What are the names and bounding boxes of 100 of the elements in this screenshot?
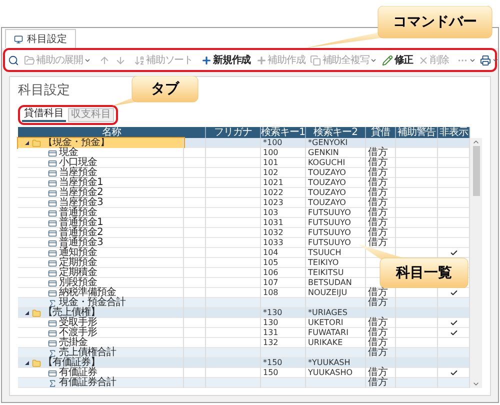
table-cell: UKETORI: [308, 318, 344, 328]
table-row[interactable]: 【有価証券】 *150 *YUUKASH: [18, 358, 470, 368]
table-cell: 【売上債権】: [43, 308, 100, 318]
table-row[interactable]: 普通預金3 1033 FUTSUUYO 借方: [18, 238, 470, 248]
table-cell: TSUUCH: [308, 248, 342, 258]
table-cell: 借方: [368, 158, 388, 168]
table-cell: 借方: [368, 328, 388, 338]
page-title: 科目設定: [18, 83, 70, 99]
table-cell: 借方: [368, 168, 388, 178]
table-cell: 普通預金: [59, 208, 97, 218]
table-cell: FUWATARI: [308, 328, 348, 338]
scroll-up-icon[interactable]: [472, 138, 480, 146]
table-cell: YUUKASHO: [308, 368, 353, 378]
table-row[interactable]: 普通預金1 1031 FUTSUUYO 借方: [18, 218, 470, 228]
table-cell: 借方: [368, 148, 388, 158]
scrollbar[interactable]: [470, 138, 482, 388]
table-cell: *YUUKASH: [308, 358, 350, 368]
table-cell: 借方: [368, 298, 388, 308]
table-cell: TOUZAYO: [308, 168, 346, 178]
table-cell: 1023: [263, 198, 284, 208]
table-row[interactable]: 有価証券 150 YUUKASHO 借方: [18, 368, 470, 378]
table-cell: 102: [263, 168, 278, 178]
arrow-down-icon: [115, 54, 126, 66]
table-cell: 普通預金1: [59, 218, 103, 228]
table-row[interactable]: 当座預金3 1023 TOUZAYO 借方: [18, 198, 470, 208]
table-cell: TEIKITSU: [308, 268, 344, 278]
table-row[interactable]: 売掛金 132 URIKAKE 借方: [18, 338, 470, 348]
table-row[interactable]: 不渡手形 131 FUWATARI 借方: [18, 328, 470, 338]
table-row[interactable]: 売上債権合計 借方: [18, 348, 470, 358]
table-cell: 定期預金: [59, 258, 97, 268]
scroll-down-icon[interactable]: [472, 380, 480, 388]
toolbar-button[interactable]: 新規作成: [199, 51, 253, 69]
table-cell: *GENYOKI: [308, 138, 348, 148]
table-cell: FUTSUUYO: [308, 238, 351, 248]
account-icon: [48, 288, 57, 298]
table-row[interactable]: 小口現金 101 KOGUCHI 借方: [18, 158, 470, 168]
folder-icon: [32, 138, 41, 148]
table-cell: 定期積金: [59, 268, 97, 278]
window-tab[interactable]: 科目設定: [5, 29, 76, 48]
table-cell: 101: [263, 158, 278, 168]
table-cell: TEIKIYO: [308, 258, 339, 268]
table-row[interactable]: 納税準備預金 108 NOUZEIJU 借方: [18, 288, 470, 298]
scrollbar-thumb[interactable]: [472, 146, 480, 196]
table-row[interactable]: 【売上債権】 *130 *URIAGES: [18, 308, 470, 318]
table-cell: TOUZAYO: [308, 198, 346, 208]
table-cell: 当座預金3: [59, 198, 103, 208]
table-cell: *150: [263, 358, 282, 368]
table-row[interactable]: 当座預金1 1021 TOUZAYO 借方: [18, 178, 470, 188]
account-icon: [48, 238, 57, 248]
table-cell: 有価証券: [59, 368, 97, 378]
total-icon: [48, 298, 57, 308]
table-cell: 106: [263, 268, 278, 278]
table-cell: 普通預金2: [59, 228, 103, 238]
pencil-icon: [382, 54, 394, 66]
table-cell: 1032: [263, 228, 284, 238]
table-cell: 借方: [368, 228, 388, 238]
table-cell: 借方: [368, 238, 388, 248]
copy-icon: [310, 54, 322, 66]
expanded-icon[interactable]: [24, 310, 30, 316]
table-row[interactable]: 当座預金2 1022 TOUZAYO 借方: [18, 188, 470, 198]
total-icon: [48, 348, 57, 358]
table-cell: *100: [263, 138, 282, 148]
table-cell: 売掛金: [59, 338, 88, 348]
table-cell: 107: [263, 278, 278, 288]
table-cell: 借方: [368, 188, 388, 198]
table-cell: 借方: [368, 208, 388, 218]
account-icon: [48, 168, 57, 178]
table-cell: 別段預金: [59, 278, 97, 288]
table-cell: 1031: [263, 218, 284, 228]
table-cell: 納税準備預金: [59, 288, 116, 298]
table-cell: 通知預金: [59, 248, 97, 258]
table-row[interactable]: 現金 100 GENKIN 借方: [18, 148, 470, 158]
account-icon: [48, 368, 57, 378]
table-cell: 売上債権合計: [59, 348, 116, 358]
table-row[interactable]: 当座預金 102 TOUZAYO 借方: [18, 168, 470, 178]
table-cell: 借方: [368, 348, 388, 358]
table-row[interactable]: 現金・預金合計 借方: [18, 298, 470, 308]
account-icon: [48, 278, 57, 288]
table-cell: URIKAKE: [308, 338, 343, 348]
table-cell: 小口現金: [59, 158, 97, 168]
table-cell: 現金・預金合計: [59, 298, 126, 308]
table-row[interactable]: 普通預金2 1032 FUTSUUYO 借方: [18, 228, 470, 238]
table-cell: FUTSUUYO: [308, 228, 351, 238]
expanded-icon[interactable]: [24, 360, 30, 366]
account-icon: [48, 318, 57, 328]
account-icon: [48, 188, 57, 198]
table-row[interactable]: 通知預金 104 TSUUCH: [18, 248, 470, 258]
table-cell: 104: [263, 248, 278, 258]
table-cell: 100: [263, 148, 278, 158]
tab[interactable]: 貸借科目: [22, 108, 66, 122]
table-row[interactable]: 受取手形 130 UKETORI 借方: [18, 318, 470, 328]
expanded-icon[interactable]: [24, 140, 30, 146]
table-cell: 借方: [368, 318, 388, 328]
table-cell: 1033: [263, 238, 284, 248]
toolbar-button[interactable]: 修正: [380, 51, 416, 69]
table-cell: *130: [263, 308, 282, 318]
table-row[interactable]: 有価証券合計 借方: [18, 378, 470, 388]
account-icon: [48, 208, 57, 218]
account-icon: [48, 158, 57, 168]
table-row[interactable]: 普通預金 103 FUTSUUYO 借方: [18, 208, 470, 218]
